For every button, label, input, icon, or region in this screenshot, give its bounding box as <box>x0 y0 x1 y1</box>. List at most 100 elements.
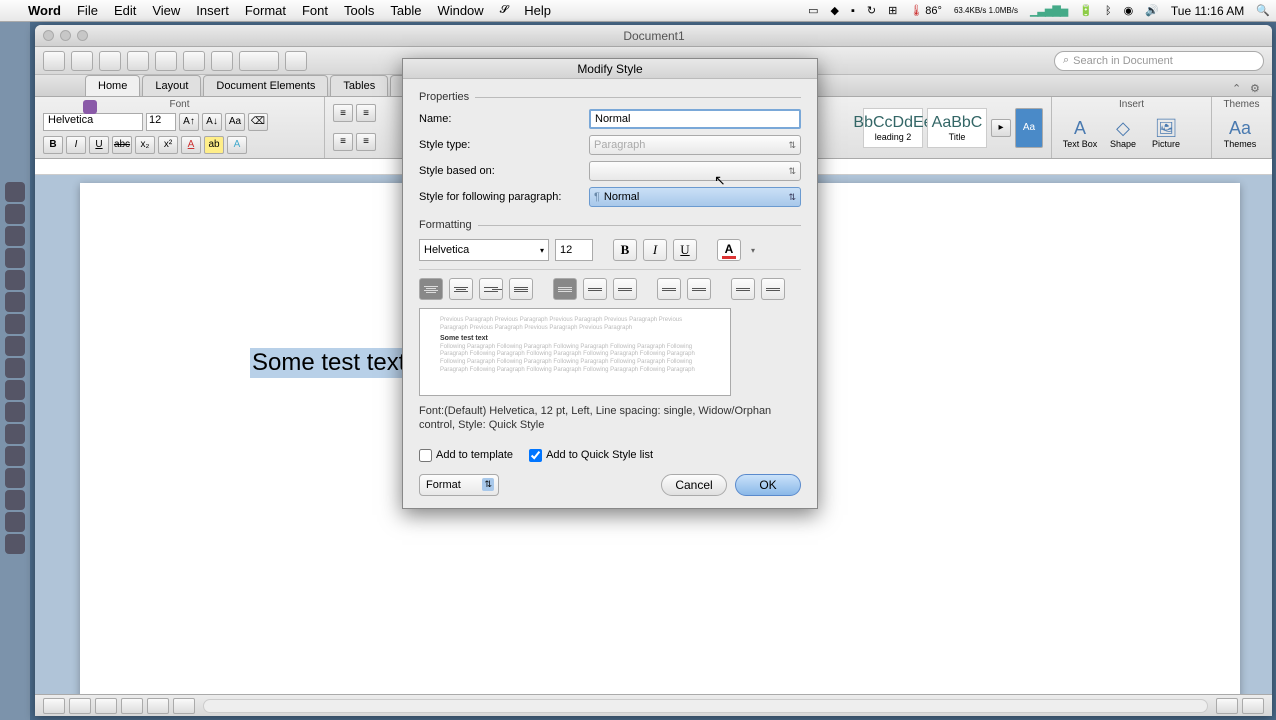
menubar-netspeed[interactable]: 63.4KB/s 1.0MB/s <box>948 7 1024 15</box>
spacing-15-button[interactable] <box>583 278 607 300</box>
dock-item[interactable] <box>5 314 25 334</box>
menubar-clock[interactable]: Tue 11:16 AM <box>1165 4 1250 18</box>
menubar-display-icon[interactable]: ▭ <box>802 4 824 17</box>
ribbon-collapse-icon[interactable]: ⌃ <box>1232 82 1246 96</box>
dock-item[interactable] <box>5 204 25 224</box>
dialog-font-select[interactable]: Helvetica <box>419 239 549 261</box>
clear-format-button[interactable]: ⌫ <box>248 113 268 131</box>
view-publishing-button[interactable] <box>95 698 117 714</box>
text-effects-button[interactable]: A <box>227 136 247 154</box>
print-button[interactable] <box>127 51 149 71</box>
menu-edit[interactable]: Edit <box>106 3 144 18</box>
add-to-quick-style-checkbox[interactable]: Add to Quick Style list <box>529 449 653 462</box>
minimize-button[interactable] <box>60 30 71 41</box>
menubar-temp[interactable]: 🌡86° <box>903 4 948 17</box>
align-center-button[interactable] <box>449 278 473 300</box>
horizontal-scrollbar[interactable] <box>203 699 1208 713</box>
dock-item[interactable] <box>5 512 25 532</box>
align-left-button[interactable]: ≡ <box>333 133 353 151</box>
font-color-button[interactable]: A <box>181 136 201 154</box>
style-based-on-select[interactable] <box>589 161 801 181</box>
view-focus-button[interactable] <box>147 698 169 714</box>
zoom-select[interactable] <box>239 51 279 71</box>
dock-item[interactable] <box>5 270 25 290</box>
menubar-wifi-icon[interactable]: ◉ <box>1118 4 1140 17</box>
menu-table[interactable]: Table <box>382 3 429 18</box>
change-case-button[interactable]: Aa <box>225 113 245 131</box>
view-draft-button[interactable] <box>173 698 195 714</box>
menu-view[interactable]: View <box>144 3 188 18</box>
dock-item[interactable] <box>5 226 25 246</box>
dock-item[interactable] <box>5 424 25 444</box>
menu-help[interactable]: Help <box>516 3 559 18</box>
dock-item[interactable] <box>5 446 25 466</box>
dock-item[interactable] <box>5 292 25 312</box>
name-input[interactable] <box>589 109 801 129</box>
align-center-button[interactable]: ≡ <box>356 133 376 151</box>
dock-item[interactable] <box>5 248 25 268</box>
tab-layout[interactable]: Layout <box>142 75 201 96</box>
menubar-bluetooth-icon[interactable]: ᛒ <box>1099 5 1118 17</box>
styles-pane-button[interactable]: Aa <box>1015 108 1043 148</box>
dock-item[interactable] <box>5 380 25 400</box>
format-dropdown[interactable]: Format <box>419 474 499 496</box>
tab-tables[interactable]: Tables <box>330 75 388 96</box>
highlight-button[interactable]: ab <box>204 136 224 154</box>
decrease-indent-button[interactable] <box>731 278 755 300</box>
superscript-button[interactable]: x² <box>158 136 178 154</box>
textbox-button[interactable]: AText Box <box>1060 113 1100 153</box>
scroll-right-button[interactable] <box>1242 698 1264 714</box>
strike-button[interactable]: abc <box>112 136 132 154</box>
view-print-button[interactable] <box>43 698 65 714</box>
shape-button[interactable]: ◇Shape <box>1103 113 1143 153</box>
menu-script-icon[interactable]: 𝓢 <box>492 4 517 17</box>
italic-button[interactable]: I <box>66 136 86 154</box>
dialog-bold-button[interactable]: B <box>613 239 637 261</box>
dock-item[interactable] <box>5 534 25 554</box>
menu-file[interactable]: File <box>69 3 106 18</box>
align-justify-button[interactable] <box>509 278 533 300</box>
dialog-underline-button[interactable]: U <box>673 239 697 261</box>
dock-item[interactable] <box>5 182 25 202</box>
dock-item[interactable] <box>5 336 25 356</box>
menubar-spotlight-icon[interactable]: 🔍 <box>1250 4 1276 17</box>
menubar-volume-icon[interactable]: 🔊 <box>1139 4 1165 17</box>
show-marks-button[interactable] <box>285 51 307 71</box>
dialog-italic-button[interactable]: I <box>643 239 667 261</box>
document-text[interactable]: Some test text <box>250 348 407 378</box>
menu-window[interactable]: Window <box>429 3 491 18</box>
search-input[interactable]: Search in Document <box>1054 51 1264 71</box>
close-button[interactable] <box>43 30 54 41</box>
dock-item[interactable] <box>5 358 25 378</box>
dock-item[interactable] <box>5 490 25 510</box>
shrink-font-button[interactable]: A↓ <box>202 113 222 131</box>
cancel-button[interactable]: Cancel <box>661 474 727 496</box>
dialog-font-color-button[interactable]: A <box>717 239 741 261</box>
bold-button[interactable]: B <box>43 136 63 154</box>
spacing-double-button[interactable] <box>613 278 637 300</box>
dock-item[interactable] <box>5 402 25 422</box>
scroll-left-button[interactable] <box>1216 698 1238 714</box>
redo-button[interactable] <box>183 51 205 71</box>
app-menu[interactable]: Word <box>20 3 69 18</box>
zoom-button[interactable] <box>77 30 88 41</box>
ok-button[interactable]: OK <box>735 474 801 496</box>
menu-insert[interactable]: Insert <box>188 3 237 18</box>
tab-home[interactable]: Home <box>85 75 140 96</box>
underline-button[interactable]: U <box>89 136 109 154</box>
themes-button[interactable]: AaThemes <box>1220 113 1260 153</box>
styles-more-button[interactable]: ▸ <box>991 119 1011 137</box>
increase-indent-button[interactable] <box>761 278 785 300</box>
menubar-network-icon[interactable]: ⊞ <box>882 4 903 17</box>
align-left-button[interactable] <box>419 278 443 300</box>
home-icon[interactable] <box>83 100 97 114</box>
subscript-button[interactable]: x₂ <box>135 136 155 154</box>
open-button[interactable] <box>71 51 93 71</box>
view-outline-button[interactable] <box>69 698 91 714</box>
numbering-button[interactable]: ≡ <box>356 104 376 122</box>
spacing-single-button[interactable] <box>553 278 577 300</box>
add-to-template-checkbox[interactable]: Add to template <box>419 449 513 462</box>
picture-button[interactable]: 🖼Picture <box>1146 113 1186 153</box>
style-heading2[interactable]: BbCcDdEeleading 2 <box>863 108 923 148</box>
dialog-size-select[interactable]: 12 <box>555 239 593 261</box>
